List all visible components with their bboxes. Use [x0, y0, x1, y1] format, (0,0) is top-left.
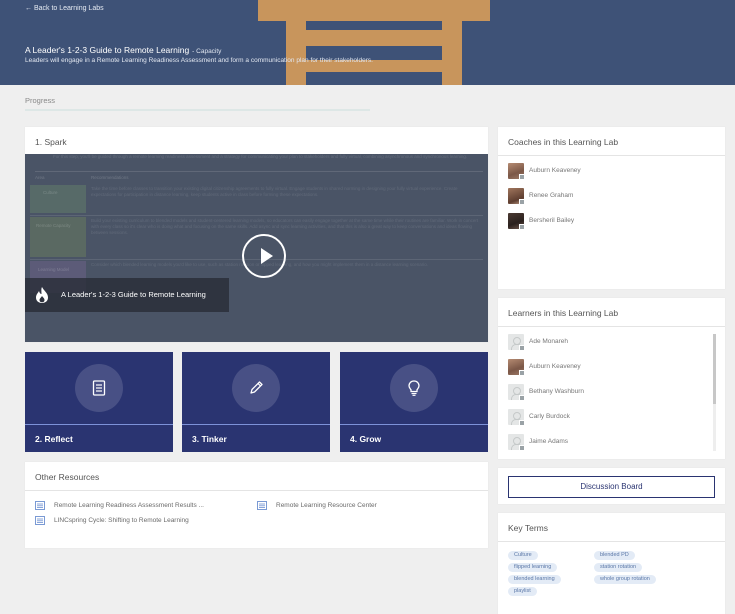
learner-name: Carly Burdock [529, 413, 570, 420]
doc-col-area: Area [35, 175, 45, 180]
coaches-card: Coaches in this Learning Lab Auburn Keav… [498, 127, 725, 289]
learners-title: Learners in this Learning Lab [508, 308, 619, 318]
key-term-tag[interactable]: flipped learning [508, 563, 558, 572]
doc-area-label: Learning Model [38, 267, 70, 272]
tile-icon-circle [232, 364, 280, 412]
key-term-tag[interactable]: station rotation [594, 563, 643, 572]
banner-illustration [258, 0, 490, 85]
learner-name: Bethany Washburn [529, 388, 585, 395]
step-label: 3. Tinker [192, 434, 227, 444]
coach-name: Auburn Keaveney [529, 167, 581, 174]
step-tile-reflect[interactable]: 2. Reflect [25, 352, 173, 452]
lightbulb-icon [408, 380, 420, 396]
key-term-tag[interactable]: Culture [508, 551, 538, 560]
tile-divider [25, 424, 173, 425]
tile-divider [340, 424, 488, 425]
learner-name: Ade Monareh [529, 338, 569, 345]
discussion-board-button[interactable]: Discussion Board [508, 476, 715, 498]
doc-rec-text: Take the time before classes to transiti… [91, 186, 458, 197]
doc-area-culture: Culture [30, 185, 86, 213]
card-divider [498, 155, 725, 156]
page-title: A Leader's 1-2-3 Guide to Remote Learnin… [25, 45, 221, 55]
progress-bar [25, 109, 370, 111]
role-badge [519, 199, 525, 205]
learner-name: Auburn Keaveney [529, 363, 581, 370]
tile-icon-circle [75, 364, 123, 412]
document-icon [92, 380, 106, 396]
flame-icon [36, 287, 48, 303]
role-badge [519, 395, 525, 401]
step-label: 2. Reflect [35, 434, 73, 444]
step-tile-tinker[interactable]: 3. Tinker [182, 352, 330, 452]
lab-category: - Capacity [192, 48, 222, 55]
role-badge [519, 224, 525, 230]
learner-name: Jaime Adams [529, 438, 569, 445]
list-document-icon [35, 516, 45, 525]
coach-name: Renee Graham [529, 192, 574, 199]
role-badge [519, 174, 525, 180]
card-divider [25, 490, 488, 491]
card-divider [498, 326, 725, 327]
key-term-tag[interactable]: blended PD [594, 551, 635, 560]
lab-description: Leaders will engage in a Remote Learning… [25, 57, 373, 64]
resource-link[interactable]: Remote Learning Readiness Assessment Res… [54, 502, 204, 509]
video-title: A Leader's 1-2-3 Guide to Remote Learnin… [61, 290, 206, 299]
doc-rule [30, 215, 483, 216]
step-tile-grow[interactable]: 4. Grow [340, 352, 488, 452]
role-badge [519, 445, 525, 451]
learners-card: Learners in this Learning Lab Ade Monare… [498, 298, 725, 459]
coaches-title: Coaches in this Learning Lab [508, 137, 619, 147]
spark-title: 1. Spark [35, 137, 67, 147]
doc-area-label: Remote Capacity [36, 223, 71, 228]
doc-intro-text: For this step, you'll be guided through … [53, 154, 468, 159]
tile-icon-circle [390, 364, 438, 412]
tile-divider [182, 424, 330, 425]
pencil-icon [250, 381, 263, 394]
role-badge [519, 370, 525, 376]
scrollbar-thumb[interactable] [713, 334, 716, 404]
card-divider [498, 541, 725, 542]
key-terms-title: Key Terms [508, 523, 548, 533]
key-term-tag[interactable]: blended learning [508, 575, 561, 584]
back-to-learning-labs-link[interactable]: ← Back to Learning Labs [25, 5, 104, 12]
role-badge [519, 420, 525, 426]
list-document-icon [35, 501, 45, 510]
learners-scrollbar[interactable] [713, 334, 716, 451]
video-caption: A Leader's 1-2-3 Guide to Remote Learnin… [25, 278, 229, 312]
doc-area-remote-capacity: Remote Capacity [30, 217, 86, 257]
key-term-tag[interactable]: playlist [508, 587, 537, 596]
other-resources-title: Other Resources [35, 472, 100, 482]
progress-label: Progress [25, 96, 56, 105]
resource-link[interactable]: LINCspring Cycle: Shifting to Remote Lea… [54, 517, 189, 524]
other-resources-card: Other Resources Remote Learning Readines… [25, 462, 488, 548]
lab-banner: ← Back to Learning Labs A Leader's 1-2-3… [0, 0, 735, 85]
resource-link[interactable]: Remote Learning Resource Center [276, 502, 377, 509]
doc-rec-text: Build your existing curriculum to blende… [91, 218, 479, 235]
list-document-icon [257, 501, 267, 510]
role-badge [519, 345, 525, 351]
key-term-tag[interactable]: whole group rotation [594, 575, 656, 584]
doc-col-recommendations: Recommendations [91, 175, 129, 180]
doc-area-label: Culture [43, 190, 58, 195]
play-button[interactable] [242, 234, 286, 278]
key-terms-card: Key Terms Culture blended PD flipped lea… [498, 513, 725, 614]
coach-name: Bersheril Bailey [529, 217, 575, 224]
doc-rule [35, 171, 483, 172]
lab-title-text: A Leader's 1-2-3 Guide to Remote Learnin… [25, 45, 190, 55]
step-label: 4. Grow [350, 434, 382, 444]
